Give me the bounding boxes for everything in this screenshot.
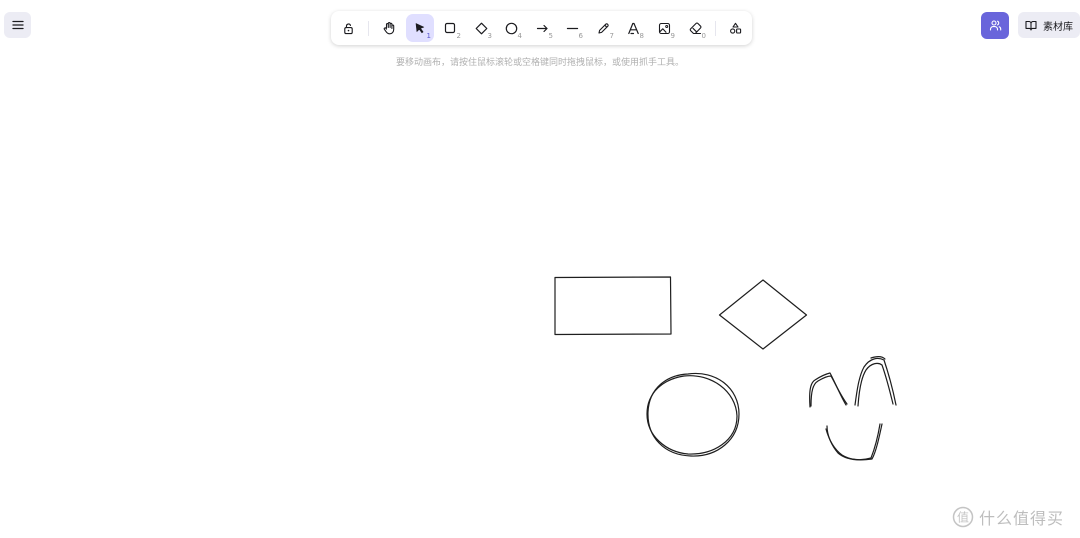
rectangle-shape[interactable] <box>554 276 672 336</box>
drawing-canvas[interactable]: 1 2 3 4 5 6 7 8 9 0 要移动画布，请按住鼠标滚轮或空格键同时拖… <box>0 0 1080 538</box>
ellipse-shape[interactable] <box>646 372 740 457</box>
watermark-text: 什么值得买 <box>979 509 1065 528</box>
watermark: 值 什么值得买 <box>952 504 1074 530</box>
canvas-drawings <box>554 276 897 461</box>
freehand-drawing[interactable] <box>809 356 897 461</box>
diamond-shape[interactable] <box>718 279 808 350</box>
svg-text:值: 值 <box>957 510 969 525</box>
zhi-logo-icon: 值 <box>952 506 974 528</box>
